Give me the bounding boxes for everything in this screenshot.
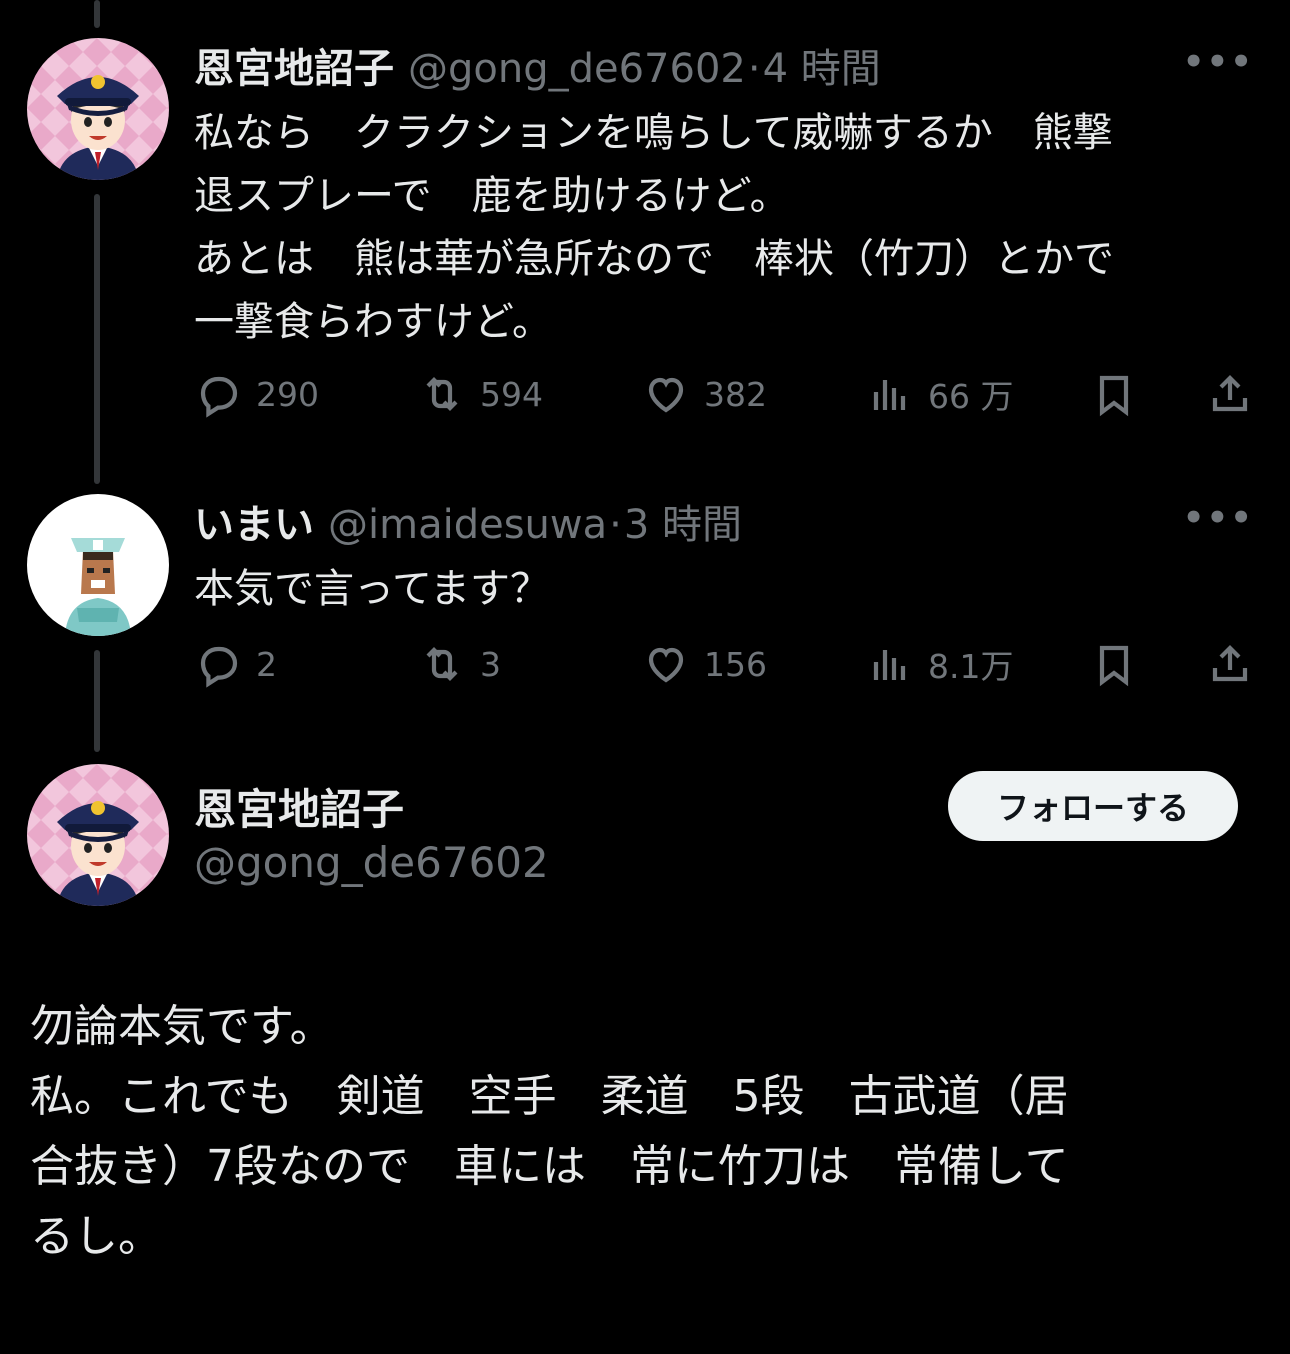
tweet-header: 恩宮地詔子 @gong_de67602 · 4 時間 (194, 36, 1254, 94)
more-options-icon[interactable]: ••• (1183, 42, 1254, 82)
meta-separator: · (747, 46, 761, 92)
share-icon (1212, 375, 1248, 412)
views-button[interactable]: 8.1万 (866, 636, 1013, 692)
retweet-count: 3 (480, 644, 501, 684)
tweet-action-bar: 2 3 156 8.1万 (194, 636, 1254, 692)
thread-connector-line (94, 650, 100, 752)
reply-icon (200, 376, 238, 418)
like-count: 156 (704, 644, 767, 684)
retweet-count: 594 (480, 374, 543, 414)
meta-separator: · (609, 502, 622, 548)
views-count: 8.1万 (928, 647, 1014, 686)
retweet-button[interactable]: 3 (418, 636, 501, 692)
tweet-action-bar: 290 594 382 66 万 (194, 366, 1254, 422)
reply-icon (200, 646, 238, 688)
tweet-text-line: 私。これでも 剣道 空手 柔道 5段 古武道（居 (30, 1071, 1069, 1122)
tweet-header: いまい @imaidesuwa · 3 時間 (194, 492, 1254, 550)
views-button[interactable]: 66 万 (866, 366, 1013, 422)
views-count: 66 万 (928, 377, 1014, 416)
author-name[interactable]: 恩宮地詔子 (194, 36, 394, 94)
tweet-thread-page: 恩宮地詔子 @gong_de67602 · 4 時間 ••• 私なら クラクショ… (0, 0, 1290, 1354)
retweet-button[interactable]: 594 (418, 366, 543, 422)
like-button[interactable]: 382 (642, 366, 767, 422)
views-icon (873, 650, 906, 680)
avatar-police-officer[interactable] (27, 764, 169, 906)
retweet-icon (426, 377, 458, 411)
tweet-text-line: 退スプレーで 鹿を助けるけど。 (194, 173, 790, 219)
avatar-nurse[interactable] (27, 494, 169, 636)
tweet-timestamp[interactable]: 4 時間 (763, 36, 881, 94)
reply-button[interactable]: 290 (194, 366, 319, 422)
focus-author-name[interactable]: 恩宮地詔子 (194, 776, 404, 837)
focus-tweet-text: 勿論本気です。 私。これでも 剣道 空手 柔道 5段 古武道（居 合抜き）7段な… (30, 992, 1250, 1272)
tweet-text-line: 本気で言ってます？ (194, 566, 550, 612)
more-options-icon[interactable]: ••• (1183, 498, 1254, 538)
share-button[interactable] (1206, 366, 1254, 422)
tweet-timestamp[interactable]: 3 時間 (624, 492, 742, 550)
police-officer-avatar-image (27, 38, 169, 180)
focus-author-handle[interactable]: @gong_de67602 (194, 838, 549, 887)
views-icon (873, 380, 906, 410)
tweet-text-line: 私なら クラクションを鳴らして威嚇するか 熊撃 (194, 110, 1113, 156)
author-name[interactable]: いまい (194, 492, 314, 550)
bookmark-button[interactable] (1090, 366, 1138, 422)
thread-connector-line (94, 0, 100, 28)
tweet-text-line: 勿論本気です。 (30, 1001, 334, 1052)
bookmark-icon (1099, 375, 1129, 417)
tweet[interactable]: 恩宮地詔子 @gong_de67602 · 4 時間 ••• 私なら クラクショ… (194, 36, 1254, 354)
tweet-text-line: るし。 (30, 1211, 162, 1262)
avatar-police-officer[interactable] (27, 38, 169, 180)
share-icon (1212, 645, 1248, 682)
thread-connector-line (94, 194, 100, 484)
tweet-text-line: あとは 熊は華が急所なので 棒状（竹刀）とかで (194, 236, 1114, 282)
author-handle[interactable]: @imaidesuwa (328, 502, 607, 548)
follow-button[interactable]: フォローする (948, 771, 1238, 841)
police-officer-avatar-image (27, 764, 169, 906)
retweet-icon (426, 647, 458, 681)
nurse-avatar-image (27, 494, 169, 636)
tweet[interactable]: いまい @imaidesuwa · 3 時間 ••• 本気で言ってます？ (194, 492, 1254, 621)
tweet-text-line: 一撃食らわすけど。 (194, 299, 552, 345)
bookmark-button[interactable] (1090, 636, 1138, 692)
tweet-text: 私なら クラクションを鳴らして威嚇するか 熊撃 退スプレーで 鹿を助けるけど。 … (194, 102, 1254, 354)
author-handle[interactable]: @gong_de67602 (408, 46, 746, 92)
reply-button[interactable]: 2 (194, 636, 277, 692)
reply-count: 2 (256, 644, 277, 684)
bookmark-icon (1099, 645, 1129, 687)
like-count: 382 (704, 374, 767, 414)
heart-icon (648, 647, 684, 683)
like-button[interactable]: 156 (642, 636, 767, 692)
tweet-text-line: 合抜き）7段なので 車には 常に竹刀は 常備して (30, 1141, 1069, 1192)
share-button[interactable] (1206, 636, 1254, 692)
heart-icon (648, 377, 684, 413)
reply-count: 290 (256, 374, 319, 414)
tweet-text: 本気で言ってます？ (194, 558, 1254, 621)
